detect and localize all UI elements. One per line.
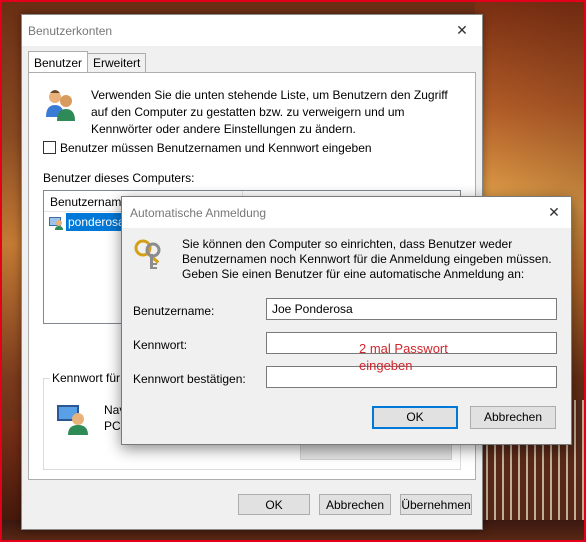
close-icon[interactable]: ✕ [537, 197, 571, 228]
username-field[interactable]: Joe Ponderosa [266, 298, 557, 320]
list-header-username[interactable]: Benutzernam [50, 195, 121, 209]
password-label: Kennwort: [133, 338, 188, 352]
user-small-icon [49, 217, 63, 230]
title-bar: Benutzerkonten ✕ [22, 15, 482, 46]
close-icon[interactable]: ✕ [442, 15, 482, 46]
require-password-checkbox[interactable] [43, 141, 56, 154]
window-title: Benutzerkonten [28, 24, 113, 38]
annotation-note: 2 mal Passwort eingeben [359, 340, 479, 374]
annotation-line1: 2 mal Passwort [359, 341, 448, 356]
require-password-row[interactable]: Benutzer müssen Benutzernamen und Kennwo… [43, 141, 372, 155]
ok-button[interactable]: OK [238, 494, 310, 515]
username-label: Benutzername: [133, 304, 215, 318]
auto-logon-dialog: Automatische Anmeldung ✕ Sie können den … [121, 196, 572, 445]
tab-users[interactable]: Benutzer [28, 51, 89, 73]
user-large-icon [57, 405, 88, 435]
cancel-button[interactable]: Abbrechen [319, 494, 391, 515]
dialog-description: Sie können den Computer so einrichten, d… [182, 237, 552, 281]
dialog-title: Automatische Anmeldung [130, 206, 267, 220]
tab-advanced[interactable]: Erweitert [87, 53, 147, 74]
dialog-cancel-button[interactable]: Abbrechen [470, 406, 556, 429]
dialog-title-bar: Automatische Anmeldung ✕ [122, 197, 571, 228]
confirm-password-label: Kennwort bestätigen: [133, 372, 246, 386]
annotation-line2: eingeben [359, 358, 413, 373]
dialog-ok-button[interactable]: OK [372, 406, 458, 429]
require-password-label: Benutzer müssen Benutzernamen und Kennwo… [60, 141, 372, 155]
apply-button[interactable]: Übernehmen [400, 494, 472, 515]
selected-user-name[interactable]: ponderosa [66, 213, 127, 231]
keys-icon [134, 239, 161, 269]
intro-text: Verwenden Sie die unten stehende Liste, … [91, 88, 448, 136]
users-section-label: Benutzer dieses Computers: [43, 171, 195, 185]
password-group-label: Kennwort für [50, 371, 123, 385]
users-icon [46, 90, 75, 121]
